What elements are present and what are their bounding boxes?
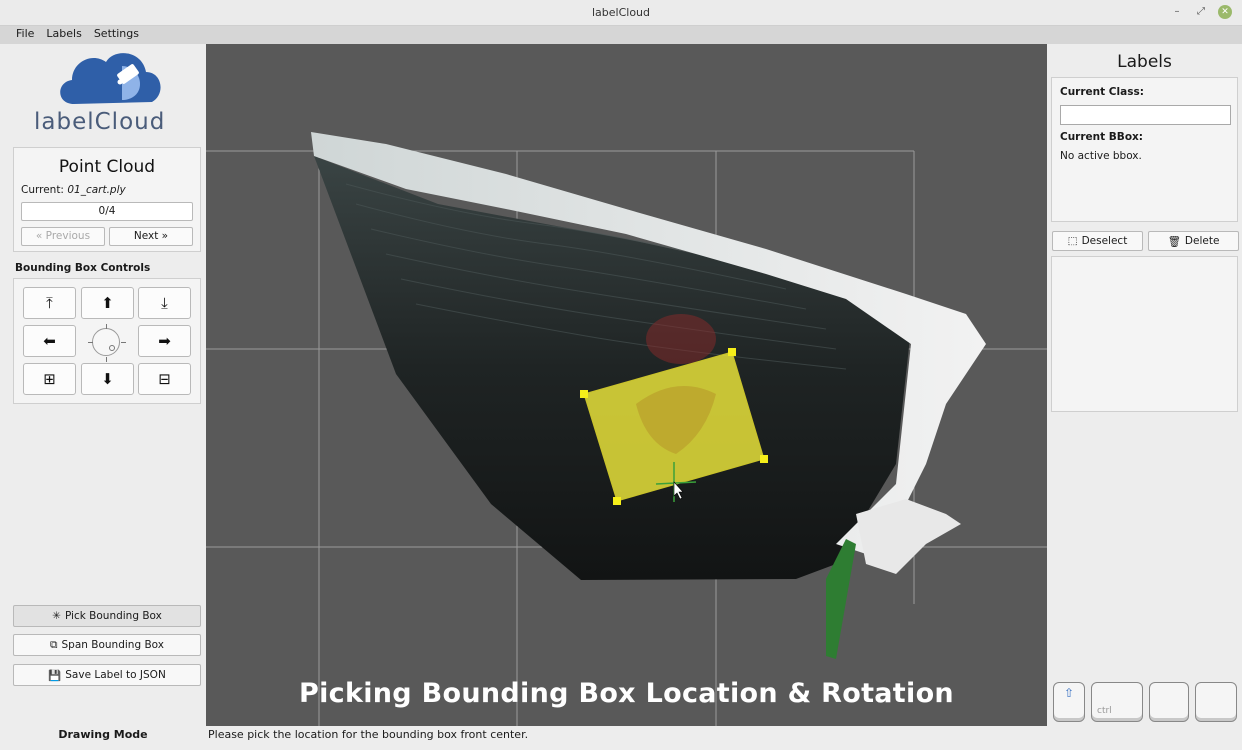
increase-icon: ⊞ — [43, 370, 56, 388]
previous-button[interactable]: « Previous — [21, 227, 105, 246]
menu-bar: File Labels Settings — [0, 26, 139, 44]
arrow-left-icon: ⬅ — [43, 332, 56, 350]
blank-key — [1195, 682, 1237, 722]
pick-bbox-button[interactable]: ✳ Pick Bounding Box — [13, 605, 201, 627]
current-class-label: Current Class: — [1060, 86, 1144, 98]
point-cloud-title: Point Cloud — [58, 157, 156, 177]
forward-button[interactable]: ⬆ — [81, 287, 134, 319]
delete-label: Delete — [1184, 235, 1220, 247]
status-bar: Please pick the location for the boundin… — [206, 726, 1242, 750]
bbox-controls-group: ⤒ ⬆ ⤓ ⬅ ➡ ⊞ ⬇ ⊟ — [13, 278, 201, 404]
decrease-button[interactable]: ⊟ — [138, 363, 191, 395]
drawing-mode-label: Drawing Mode — [58, 728, 148, 741]
right-button[interactable]: ➡ — [138, 325, 191, 357]
backward-button[interactable]: ⬇ — [81, 363, 134, 395]
cursor-click-icon: ✳ — [52, 610, 61, 622]
bbox-handle-icon[interactable] — [760, 455, 768, 463]
close-icon[interactable]: ✕ — [1218, 5, 1232, 19]
current-class-input[interactable] — [1060, 105, 1231, 125]
viewport-caption: Picking Bounding Box Location & Rotation — [299, 678, 954, 709]
minimize-icon[interactable]: – — [1170, 5, 1184, 19]
window-title: labelCloud — [591, 6, 651, 19]
save-icon: 💾 — [48, 669, 62, 682]
next-button[interactable]: Next » — [109, 227, 193, 246]
arrow-right-icon: ➡ — [158, 332, 171, 350]
bbox-handle-icon[interactable] — [613, 497, 621, 505]
point-cloud-group: Point Cloud Current: 01_cart.ply 0/4 « P… — [13, 147, 201, 252]
move-down-icon: ⤓ — [161, 294, 168, 312]
window-titlebar: labelCloud – ⤢ ✕ — [0, 0, 1242, 26]
deselect-button[interactable]: ⬚ Deselect — [1052, 231, 1143, 251]
menu-settings[interactable]: Settings — [94, 26, 139, 44]
arrow-down-icon: ⬇ — [101, 370, 114, 388]
right-panel: Labels Current Class: Current BBox: No a… — [1047, 44, 1242, 726]
deselect-icon: ⬚ — [1067, 235, 1078, 247]
save-label-text: Save Label to JSON — [65, 669, 166, 681]
labels-title: Labels — [1117, 52, 1172, 72]
rotation-dial[interactable] — [88, 324, 126, 362]
current-file-row: Current: 01_cart.ply — [21, 184, 126, 196]
increase-button[interactable]: ⊞ — [23, 363, 76, 395]
trash-icon: 🗑 — [1167, 235, 1181, 248]
span-bbox-button[interactable]: ⧉ Span Bounding Box — [13, 634, 201, 656]
ctrl-key-label: ctrl — [1097, 706, 1112, 716]
pick-bbox-label: Pick Bounding Box — [64, 610, 162, 622]
bbox-controls-title: Bounding Box Controls — [15, 262, 151, 274]
point-cloud-render — [206, 132, 1047, 726]
current-bbox-value: No active bbox. — [1060, 150, 1142, 162]
left-button[interactable]: ⬅ — [23, 325, 76, 357]
label-list[interactable] — [1051, 256, 1238, 412]
arrow-up-icon: ⬆ — [101, 294, 114, 312]
status-message: Please pick the location for the boundin… — [208, 728, 529, 741]
bbox-handle-icon[interactable] — [728, 348, 736, 356]
move-up-icon: ⤒ — [46, 294, 53, 312]
menu-file[interactable]: File — [16, 26, 34, 44]
move-up-button[interactable]: ⤒ — [23, 287, 76, 319]
blank-key — [1149, 682, 1189, 722]
span-bbox-label: Span Bounding Box — [61, 639, 164, 651]
current-bbox-label: Current BBox: — [1060, 131, 1144, 143]
ctrl-key: ctrl — [1091, 682, 1143, 722]
bbox-handle-icon[interactable] — [580, 390, 588, 398]
maximize-icon[interactable]: ⤢ — [1194, 5, 1208, 19]
span-icon: ⧉ — [50, 638, 58, 651]
move-down-button[interactable]: ⤓ — [138, 287, 191, 319]
save-label-button[interactable]: 💾 Save Label to JSON — [13, 664, 201, 686]
current-file-name: 01_cart.ply — [67, 184, 126, 196]
current-label: Current: — [21, 184, 64, 196]
shift-key-icon: ⇧ — [1053, 682, 1085, 722]
left-panel: labelCloud Point Cloud Current: 01_cart.… — [0, 44, 206, 750]
logo-text: labelCloud — [34, 109, 166, 135]
delete-button[interactable]: 🗑 Delete — [1148, 231, 1239, 251]
menu-labels[interactable]: Labels — [46, 26, 81, 44]
decrease-icon: ⊟ — [158, 370, 171, 388]
label-info-box: Current Class: Current BBox: No active b… — [1051, 77, 1238, 222]
deselect-label: Deselect — [1081, 235, 1128, 247]
point-cloud-viewport[interactable]: Picking Bounding Box Location & Rotation — [206, 44, 1047, 726]
file-progress: 0/4 — [21, 202, 193, 221]
